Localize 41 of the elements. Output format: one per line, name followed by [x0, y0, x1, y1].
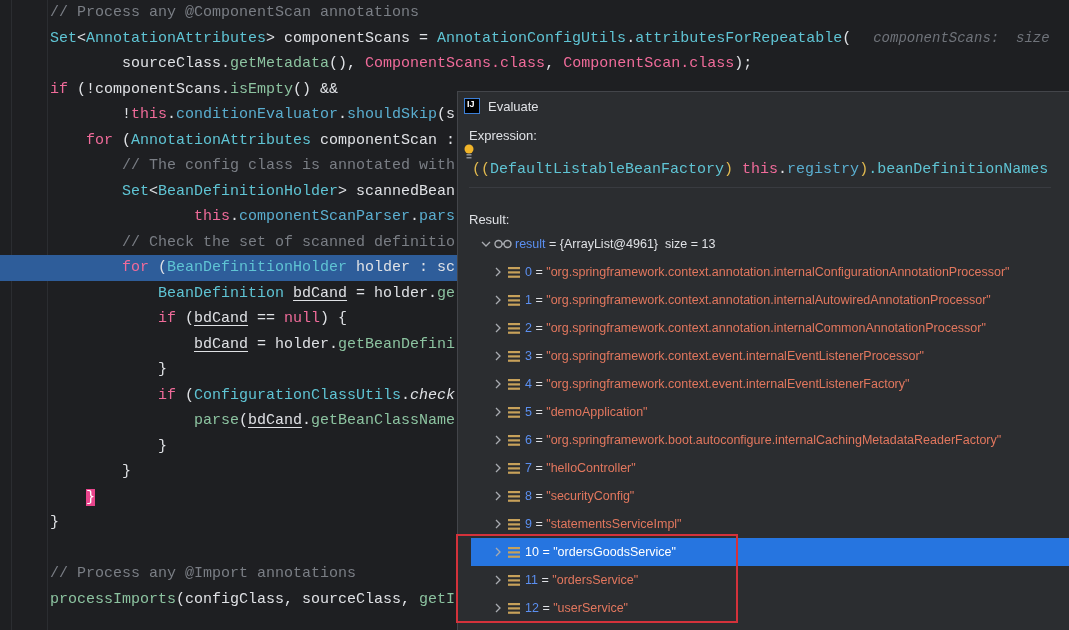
code-line: sourceClass.getMetadata(), ComponentScans.class, ComponentScan.class);	[122, 54, 753, 74]
code-line: }	[158, 360, 167, 380]
tree-item-label: 9 = "statementsServiceImpl"	[525, 517, 682, 531]
tree-item-label: 11 = "ordersService"	[525, 573, 639, 587]
result-label: Result:	[469, 211, 511, 229]
code-line: BeanDefinition bdCand = holder.ge	[158, 283, 456, 304]
tree-item-label: 2 = "org.springframework.context.annotation.internalCommonAnnotationProcessor"	[525, 321, 986, 335]
tree-item-label: 7 = "helloController"	[525, 461, 636, 475]
code-line: bdCand = holder.getBeanDefini	[194, 334, 456, 355]
app-logo-icon: IJ	[464, 98, 480, 114]
code-line: // The config class is annotated with	[122, 156, 456, 176]
code-line: if (!componentScans.isEmpty() &&	[50, 79, 339, 100]
code-line: // Process any @Import annotations	[50, 564, 357, 584]
code-line: this.componentScanParser.pars	[194, 207, 456, 227]
code-line: !this.conditionEvaluator.shouldSkip(s	[122, 105, 456, 125]
code-line: }	[158, 436, 167, 457]
dialog-title: Evaluate	[488, 98, 539, 114]
code-line: Set<AnnotationAttributes> componentScans = AnnotationConfigUtils.attributesForRepeatable(	[50, 28, 852, 49]
tree-item-label: 1 = "org.springframework.context.annotation.internalAutowiredAnnotationProcessor"	[525, 293, 991, 307]
code-line: processImports(configClass, sourceClass, getI	[50, 589, 456, 610]
code-line: Set<BeanDefinitionHolder> scannedBean	[122, 181, 456, 202]
tree-item-label: 5 = "demoApplication"	[525, 405, 648, 419]
code-line: if (bdCand == null) {	[158, 309, 348, 329]
code-line: }	[122, 462, 131, 482]
tree-item-label: result = {ArrayList@4961} size = 13	[515, 237, 716, 251]
code-line: // Process any @ComponentScan annotations	[50, 3, 420, 23]
code-line: for (BeanDefinitionHolder holder : sc	[122, 258, 456, 278]
code-line: parse(bdCand.getBeanClassName	[194, 411, 456, 431]
code-line: // Check the set of scanned definitio	[122, 232, 456, 253]
expression-label: Expression:	[469, 127, 538, 145]
tree-item-label: 12 = "userService"	[525, 601, 629, 615]
code-line: }	[50, 513, 59, 533]
tree-item-label: 10 = "ordersGoodsService"	[525, 545, 676, 559]
inlay-hint: componentScans: size	[873, 28, 1050, 48]
code-line: for (AnnotationAttributes componentScan :	[86, 130, 456, 151]
tree-item-label: 4 = "org.springframework.context.event.internalEventListenerFactory"	[525, 377, 910, 391]
tree-item-label: 3 = "org.springframework.context.event.internalEventListenerProcessor"	[525, 349, 925, 363]
tree-item-label: 6 = "org.springframework.boot.autoconfigure.internalCachingMetadataReaderFactory"	[525, 433, 1002, 447]
code-line: if (ConfigurationClassUtils.check	[158, 385, 456, 406]
tree-item-label: 0 = "org.springframework.context.annotation.internalConfigurationAnnotationProcessor"	[525, 265, 1010, 279]
tree-item-label: 8 = "securityConfig"	[525, 489, 635, 503]
